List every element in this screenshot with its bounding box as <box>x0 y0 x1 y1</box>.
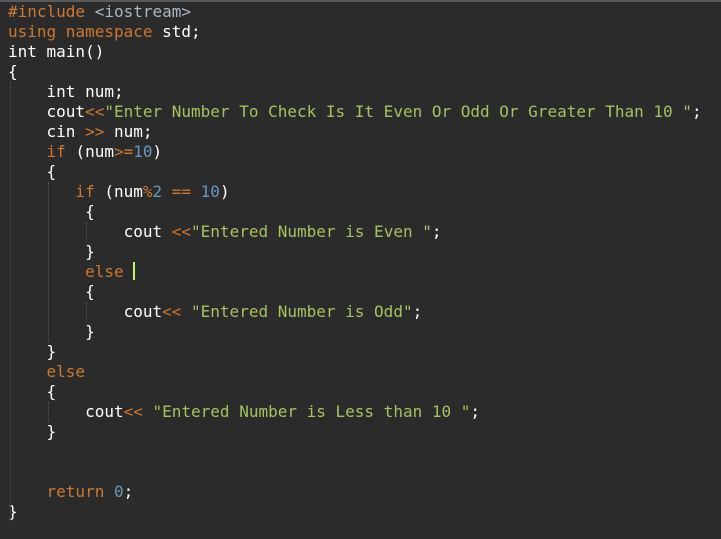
indent-guide-inner-if <box>86 222 87 242</box>
code-line[interactable]: cout<< "Entered Number is Odd"; <box>8 302 721 322</box>
code-token: } <box>8 422 57 441</box>
code-line[interactable]: #include <iostream> <box>8 2 721 22</box>
code-token: << <box>123 402 143 421</box>
code-token: std; <box>162 22 201 41</box>
code-token: ; <box>412 302 423 321</box>
code-line[interactable]: cin >> num; <box>8 122 721 142</box>
code-token: { <box>8 162 57 181</box>
code-line[interactable]: { <box>8 202 721 222</box>
code-line[interactable]: { <box>8 162 721 182</box>
code-line[interactable]: } <box>8 342 721 362</box>
indent-guide-if-block <box>48 182 49 342</box>
code-token: == <box>162 182 201 201</box>
code-token: using <box>8 22 66 41</box>
code-token: >= <box>113 142 134 161</box>
code-token: { <box>8 382 57 401</box>
code-token: cout <box>8 402 124 421</box>
code-token: ) <box>219 182 230 201</box>
code-line[interactable] <box>8 442 721 462</box>
code-token: << <box>85 102 105 121</box>
code-token: % <box>142 182 153 201</box>
code-token: } <box>8 322 95 341</box>
code-line[interactable]: { <box>8 62 721 82</box>
code-line[interactable]: } <box>8 242 721 262</box>
code-line[interactable]: if (num>=10) <box>8 142 721 162</box>
code-area[interactable]: #include <iostream> using namespace std; i… <box>0 2 721 522</box>
code-line[interactable]: { <box>8 382 721 402</box>
code-line[interactable]: } <box>8 422 721 442</box>
code-token: ; <box>691 102 702 121</box>
code-token: num; <box>104 122 153 141</box>
code-token: { <box>8 202 95 221</box>
code-token: "Entered Number is Odd" <box>181 302 413 321</box>
code-token: ) <box>152 142 163 161</box>
code-token: << <box>162 302 182 321</box>
code-token: if <box>8 182 105 201</box>
code-token: namespace <box>65 22 163 41</box>
code-token: else <box>8 262 134 281</box>
indent-guide-main <box>10 82 11 522</box>
code-line[interactable]: { <box>8 282 721 302</box>
code-line[interactable]: cout<< "Entered Number is Less than 10 "… <box>8 402 721 422</box>
code-line[interactable]: cout <<"Entered Number is Even "; <box>8 222 721 242</box>
code-token: cin <box>8 122 86 141</box>
code-line[interactable]: if (num%2 == 10) <box>8 182 721 202</box>
code-line[interactable]: } <box>8 502 721 522</box>
code-token: { <box>8 62 18 81</box>
code-line[interactable]: else <box>0 262 721 282</box>
code-token: cout <box>8 102 86 121</box>
code-line[interactable]: } <box>8 322 721 342</box>
code-token: (num <box>104 182 143 201</box>
code-line[interactable]: int num; <box>8 82 721 102</box>
code-token: { <box>8 282 95 301</box>
code-token: cout <box>8 222 172 241</box>
code-token: (num <box>75 142 114 161</box>
code-token: 2 <box>152 182 163 201</box>
code-token: "Entered Number is Less than 10 " <box>142 402 471 421</box>
code-line[interactable] <box>8 462 721 482</box>
code-line[interactable]: cout<<"Enter Number To Check Is It Even … <box>8 102 721 122</box>
code-token: >> <box>85 122 105 141</box>
code-token: ; <box>123 482 134 501</box>
code-token: 0 <box>113 482 124 501</box>
code-token: "Entered Number is Even " <box>191 222 432 241</box>
code-token: 10 <box>200 182 220 201</box>
code-token: int num; <box>8 82 124 101</box>
code-token: << <box>171 222 192 241</box>
text-caret <box>133 262 136 280</box>
code-token: <iostream> <box>94 2 192 21</box>
code-editor[interactable]: #include <iostream> using namespace std; i… <box>0 0 721 539</box>
indent-guide-else-block <box>48 402 49 422</box>
code-token: else <box>8 362 86 381</box>
code-token: if <box>8 142 76 161</box>
code-line[interactable]: using namespace std; <box>8 22 721 42</box>
code-line[interactable]: return 0; <box>8 482 721 502</box>
indent-guide-inner-else <box>86 302 87 322</box>
code-token: } <box>8 242 95 261</box>
code-token: ; <box>431 222 442 241</box>
code-token: return <box>8 482 114 501</box>
code-token: } <box>8 342 57 361</box>
code-token: ; <box>470 402 481 421</box>
code-line[interactable]: int main() <box>8 42 721 62</box>
code-token: #include <box>8 2 95 21</box>
code-token: "Enter Number To Check Is It Even Or Odd… <box>104 102 692 121</box>
code-token: int main() <box>8 42 105 61</box>
code-token: 10 <box>133 142 153 161</box>
code-line[interactable]: else <box>8 362 721 382</box>
